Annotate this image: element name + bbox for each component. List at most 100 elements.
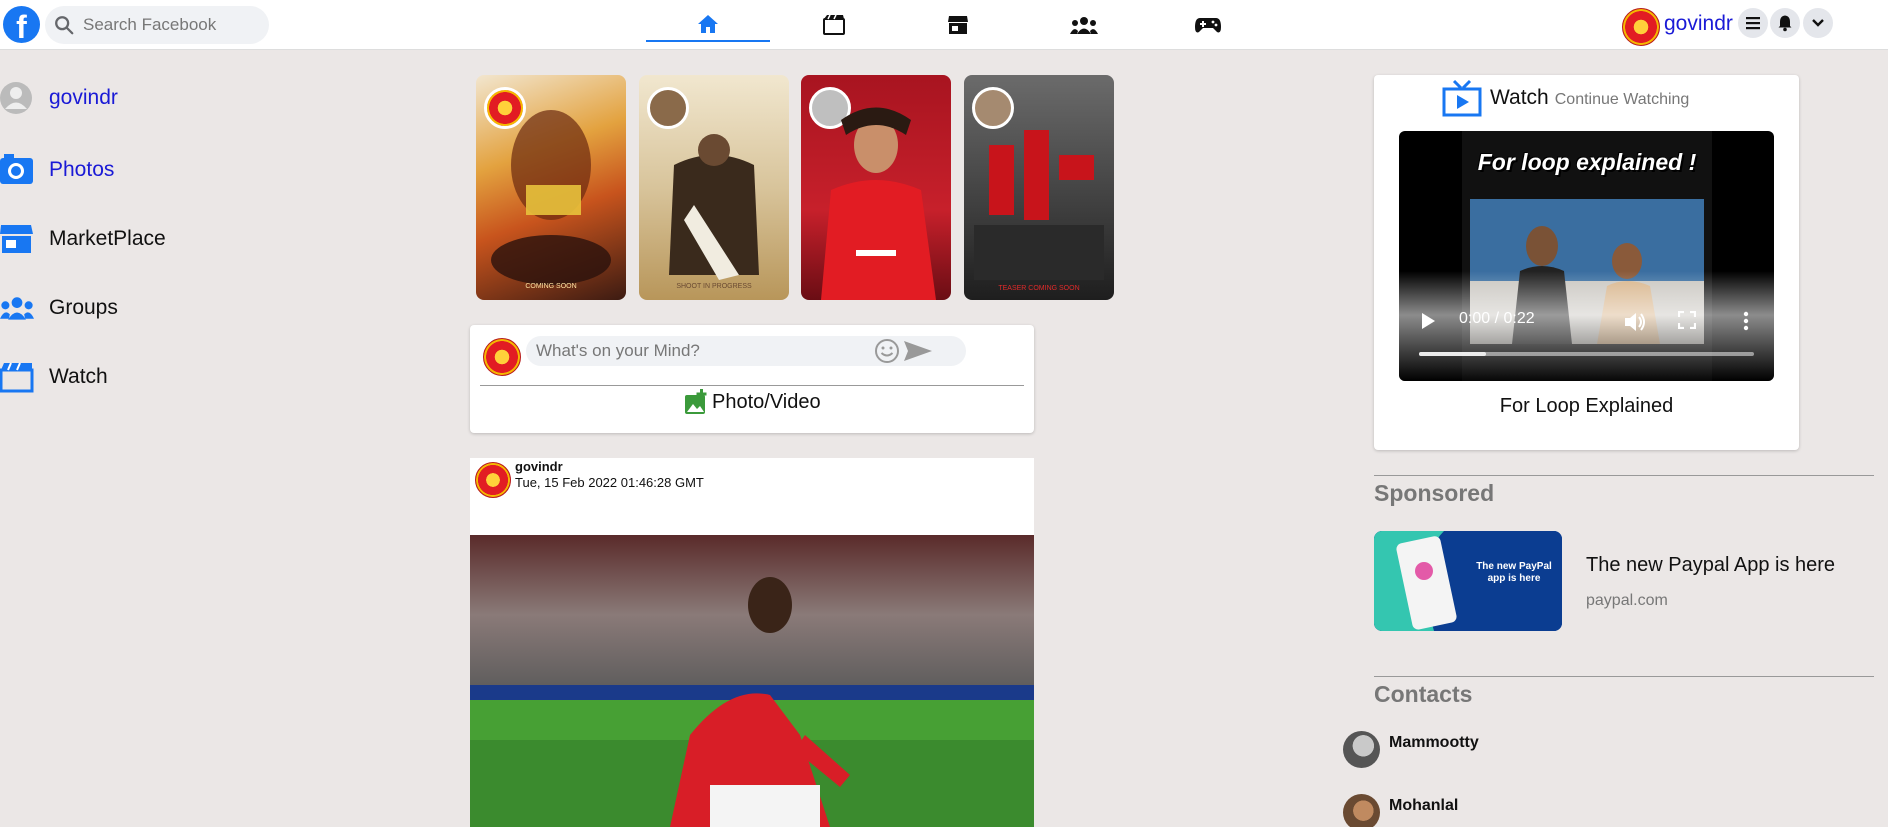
- avatar[interactable]: [475, 462, 511, 498]
- watch-subtitle: Continue Watching: [1554, 90, 1690, 108]
- tv-icon: [1442, 79, 1482, 117]
- profile-button[interactable]: govindr: [1622, 8, 1733, 46]
- profile-username: govindr: [1664, 12, 1733, 35]
- feed-post: govindr Tue, 15 Feb 2022 01:46:28 GMT: [470, 458, 1034, 827]
- fullscreen-icon: [1678, 311, 1696, 329]
- sidebar-item-label: Groups: [49, 296, 118, 319]
- groups-icon: [1070, 17, 1098, 34]
- photo-video-label: Photo/Video: [712, 390, 821, 413]
- add-photo-icon: [685, 389, 707, 414]
- sponsored-heading: Sponsored: [1374, 480, 1495, 506]
- watch-icon: [823, 14, 845, 35]
- fullscreen-button[interactable]: [1678, 311, 1696, 329]
- marketplace-icon: [948, 16, 968, 34]
- post-author[interactable]: govindr: [515, 459, 563, 474]
- story-card[interactable]: SHOOT IN PROGRESS: [639, 75, 789, 300]
- search-input[interactable]: [83, 15, 263, 35]
- ad-image-text: The new PayPal app is here: [1476, 561, 1552, 584]
- top-navbar: f govindr: [0, 0, 1888, 50]
- ad-title[interactable]: The new Paypal App is here: [1586, 554, 1835, 577]
- story-poster: [669, 134, 759, 280]
- sidebar-item-photos[interactable]: Photos: [0, 152, 114, 188]
- menu-icon: [1746, 17, 1760, 30]
- play-button[interactable]: [1419, 311, 1437, 331]
- sidebar-item-label: govindr: [49, 86, 118, 109]
- avatar: [483, 338, 521, 376]
- video-progress-fill: [1419, 352, 1486, 356]
- photos-icon: [0, 152, 34, 188]
- sidebar-item-marketplace[interactable]: MarketPlace: [0, 221, 166, 257]
- story-card[interactable]: TEASER COMING SOON: [964, 75, 1114, 300]
- video-time: 0:00 / 0:22: [1459, 310, 1535, 328]
- nav-tab-gaming[interactable]: [1146, 8, 1270, 42]
- volume-icon: [1625, 313, 1645, 331]
- search-bar[interactable]: [45, 6, 269, 44]
- story-poster: [974, 130, 1104, 280]
- story-caption: SHOOT IN PROGRESS: [676, 283, 752, 290]
- sidebar-item-groups[interactable]: Groups: [0, 290, 118, 326]
- post-timestamp: Tue, 15 Feb 2022 01:46:28 GMT: [515, 475, 704, 490]
- sidebar-item-profile[interactable]: govindr: [0, 80, 118, 116]
- facebook-logo[interactable]: f: [3, 6, 40, 43]
- video-options-button[interactable]: [1743, 311, 1749, 331]
- video-progress-bar[interactable]: [1419, 352, 1754, 356]
- story-caption: COMING SOON: [525, 283, 577, 290]
- post-image[interactable]: [470, 535, 1034, 827]
- mute-button[interactable]: [1623, 311, 1647, 333]
- user-icon: [0, 80, 34, 116]
- menu-button[interactable]: [1738, 8, 1768, 38]
- contact-name: Mohanlal: [1389, 796, 1459, 814]
- nav-tab-home[interactable]: [646, 8, 770, 42]
- ad-url[interactable]: paypal.com: [1586, 592, 1668, 610]
- story-card[interactable]: COMING SOON: [476, 75, 626, 300]
- time-display: 0:00 / 0:22: [1459, 310, 1535, 327]
- contact-item[interactable]: Mohanlal: [1343, 794, 1458, 827]
- notifications-button[interactable]: [1770, 8, 1800, 38]
- photo-video-button[interactable]: Photo/Video: [684, 389, 821, 415]
- home-icon: [698, 15, 718, 33]
- avatar: [1622, 8, 1660, 46]
- story-poster: [491, 110, 611, 285]
- gaming-icon: [1195, 18, 1221, 33]
- nav-tab-groups[interactable]: [1022, 8, 1146, 42]
- nav-tab-watch[interactable]: [772, 8, 896, 42]
- account-dropdown-button[interactable]: [1803, 8, 1833, 38]
- divider: [1374, 676, 1874, 677]
- video-controls-overlay: [1399, 271, 1774, 381]
- emoji-icon[interactable]: [873, 337, 901, 365]
- search-icon: [55, 16, 74, 35]
- contacts-heading: Contacts: [1374, 681, 1473, 707]
- nav-tab-marketplace[interactable]: [896, 8, 1020, 42]
- bell-icon: [1778, 15, 1792, 32]
- marketplace-icon: [0, 221, 34, 257]
- story-caption: TEASER COMING SOON: [998, 285, 1080, 292]
- watch-header[interactable]: Watch Continue Watching: [1442, 79, 1689, 117]
- ad-image[interactable]: The new PayPal app is here: [1374, 531, 1562, 631]
- play-icon: [1422, 313, 1435, 329]
- contact-item[interactable]: Mammootty: [1343, 731, 1479, 768]
- video-caption[interactable]: For Loop Explained: [1374, 395, 1799, 418]
- story-poster: [821, 107, 936, 300]
- sidebar-item-label: Watch: [49, 365, 108, 388]
- chevron-down-icon: [1812, 19, 1824, 27]
- story-card[interactable]: [801, 75, 951, 300]
- watch-icon: [0, 359, 34, 395]
- divider: [480, 385, 1024, 386]
- video-overlay-title: For loop explained !: [1477, 149, 1697, 175]
- watch-title: Watch: [1490, 86, 1549, 109]
- avatar: [1343, 731, 1380, 768]
- contact-name: Mammootty: [1389, 733, 1479, 751]
- video-player[interactable]: For loop explained ! 0:00 / 0:22: [1399, 131, 1774, 381]
- groups-icon: [0, 290, 34, 326]
- avatar: [1343, 794, 1380, 827]
- sidebar-item-watch[interactable]: Watch: [0, 359, 108, 395]
- sidebar-item-label: MarketPlace: [49, 227, 166, 250]
- send-icon[interactable]: [903, 339, 933, 363]
- sidebar-item-label: Photos: [49, 158, 115, 181]
- divider: [1374, 475, 1874, 476]
- status-input[interactable]: [526, 341, 866, 361]
- more-options-icon: [1743, 311, 1749, 331]
- status-input-box[interactable]: [526, 336, 966, 366]
- watch-card: Watch Continue Watching For loop explain…: [1374, 75, 1799, 450]
- post-composer: Photo/Video: [470, 325, 1034, 433]
